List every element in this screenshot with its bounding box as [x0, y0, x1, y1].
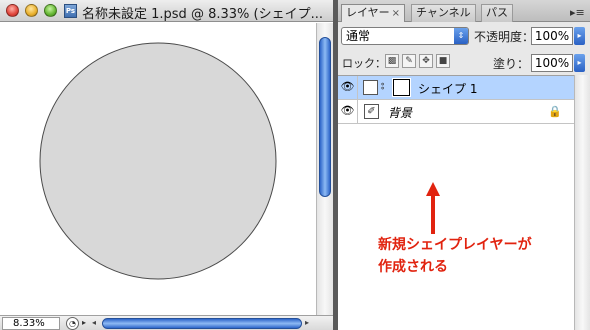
scroll-right-arrow-icon[interactable]: ▸ [305, 318, 309, 327]
tab-channels[interactable]: チャンネル [411, 4, 476, 22]
panel-tab-bar: レイヤー × チャンネル パス ▸≡ [338, 0, 590, 22]
document-window: Ps 名称未設定 1.psd @ 8.33% (シェイプ... 8.33% ◔ … [0, 0, 333, 330]
panel-menu-icon[interactable]: ▸≡ [570, 6, 585, 19]
lock-all-icon[interactable]: ■ [436, 54, 450, 68]
layers-vertical-scrollbar[interactable] [574, 75, 590, 330]
close-window-button[interactable] [6, 4, 19, 17]
document-vertical-scrollbar[interactable] [316, 23, 333, 315]
layers-panel: レイヤー × チャンネル パス ▸≡ 通常 ⇕ 不透明度： 100% ▸ ロック：… [338, 0, 590, 330]
tab-layers[interactable]: レイヤー × [341, 4, 406, 22]
fill-label: 塗り： [493, 57, 530, 71]
lock-position-icon[interactable]: ✥ [419, 54, 433, 68]
annotation-arrow [426, 182, 440, 234]
document-title: 名称未設定 1.psd @ 8.33% (シェイプ... [82, 7, 323, 22]
lock-fill-row: ロック： ▩ ✎ ✥ ■ 塗り： 100% ▸ [338, 50, 590, 74]
document-horizontal-scroll-thumb[interactable] [102, 318, 302, 329]
zoom-level-field[interactable]: 8.33% [2, 317, 60, 330]
psd-file-icon: Ps [64, 4, 77, 18]
vector-mask-thumbnail [392, 78, 411, 97]
minimize-window-button[interactable] [25, 4, 38, 17]
fill-slider-arrow-icon[interactable]: ▸ [574, 54, 585, 72]
eye-visibility-icon[interactable]: 👁 [338, 76, 358, 99]
canvas[interactable] [0, 23, 316, 315]
layer-name: 背景 [388, 106, 413, 120]
chevron-updown-icon[interactable]: ⇕ [454, 28, 468, 44]
document-statusbar: 8.33% ◔ ▸ ◂ ▸ [0, 315, 333, 330]
opacity-input[interactable]: 100% [531, 27, 573, 45]
status-menu-arrow-icon[interactable]: ▸ [82, 318, 86, 327]
eye-visibility-icon[interactable]: 👁 [338, 100, 358, 123]
fill-input[interactable]: 100% [531, 54, 573, 72]
blend-opacity-row: 通常 ⇕ 不透明度： 100% ▸ [338, 23, 590, 49]
layer-row-shape[interactable]: 👁 ⦂ シェイプ 1 [338, 76, 574, 100]
layer-name: シェイプ 1 [418, 82, 478, 96]
lock-transparency-icon[interactable]: ▩ [385, 54, 399, 68]
zoom-window-button[interactable] [44, 4, 57, 17]
ellipse-shape[interactable] [39, 42, 277, 280]
link-icon: ⦂ [381, 79, 385, 92]
document-titlebar: Ps 名称未設定 1.psd @ 8.33% (シェイプ... [0, 0, 333, 22]
layer-fill-thumbnail [363, 80, 378, 95]
annotation-text: 新規シェイプレイヤーが 作成される [378, 237, 532, 275]
blend-mode-value: 通常 [346, 29, 371, 43]
status-info-icon[interactable]: ◔ [66, 317, 79, 330]
lock-image-icon[interactable]: ✎ [402, 54, 416, 68]
lock-label: ロック： [342, 57, 386, 70]
layer-row-background[interactable]: 👁 ✐ 背景 🔒 [338, 100, 574, 124]
lock-icon: 🔒 [548, 105, 562, 118]
opacity-label: 不透明度： [474, 30, 535, 44]
tab-close-icon[interactable]: × [392, 8, 400, 19]
blend-mode-select[interactable]: 通常 ⇕ [341, 27, 469, 45]
opacity-slider-arrow-icon[interactable]: ▸ [574, 27, 585, 45]
scroll-left-arrow-icon[interactable]: ◂ [92, 318, 96, 327]
tab-layers-label: レイヤー [346, 6, 390, 19]
document-vertical-scroll-thumb[interactable] [319, 37, 331, 197]
layers-list: 👁 ⦂ シェイプ 1 👁 ✐ 背景 🔒 新規シェイプレイヤーが 作成される [338, 75, 574, 330]
canvas-svg [39, 42, 277, 280]
brush-icon: ✐ [364, 104, 379, 119]
tab-paths[interactable]: パス [481, 4, 513, 22]
